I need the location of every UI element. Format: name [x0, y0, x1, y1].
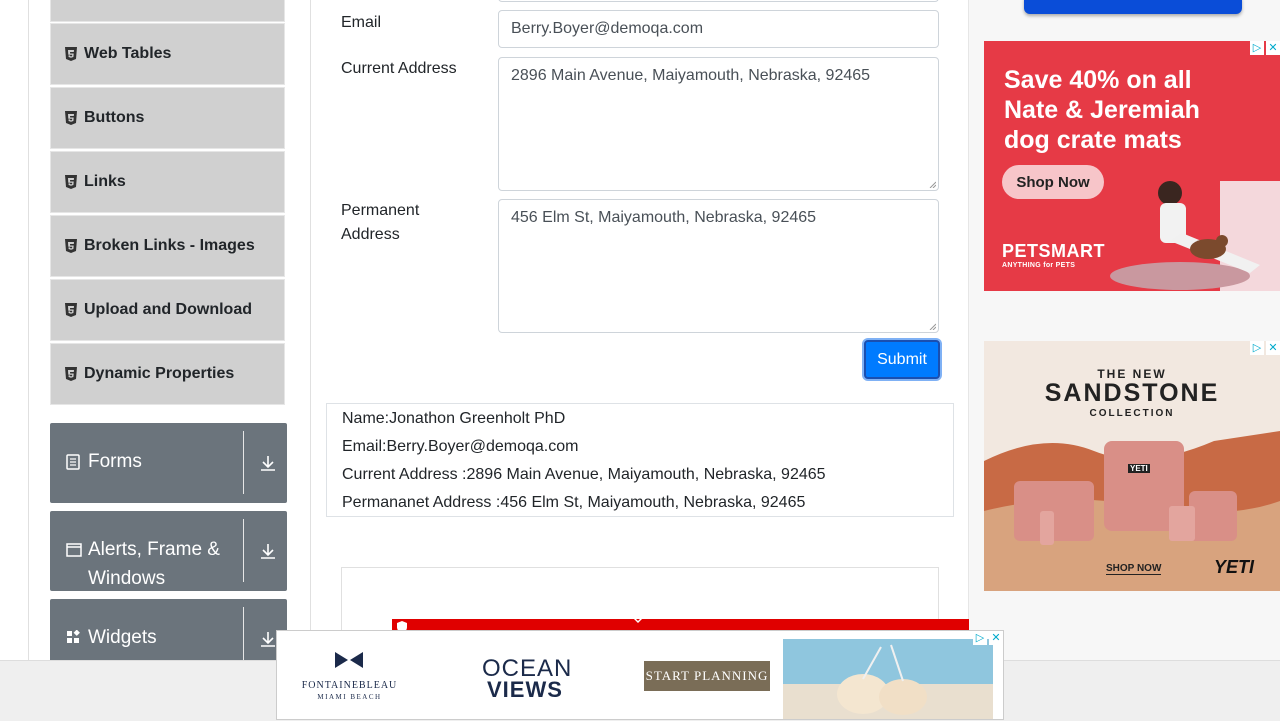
- start-planning-label: START PLANNING: [645, 668, 769, 683]
- sidebar-item-upload-download[interactable]: Upload and Download: [50, 279, 285, 341]
- group-title: Alerts, Frame & Windows: [88, 539, 220, 589]
- yeti-product-label: YETI: [1128, 464, 1150, 473]
- petsmart-brand: PETSMART: [1002, 241, 1105, 261]
- main-left-border: [310, 0, 311, 660]
- output-box: Name:Jonathon Greenholt PhD Email:Berry.…: [326, 403, 954, 517]
- html5-icon: [65, 111, 77, 125]
- shop-now-button[interactable]: Shop Now: [1002, 165, 1104, 199]
- ad-info-icon[interactable]: ▷: [1250, 341, 1264, 355]
- start-planning-button[interactable]: START PLANNING: [644, 661, 770, 691]
- ad-choices[interactable]: ▷ ✕: [971, 631, 1003, 645]
- sidebar-item-label: Links: [84, 173, 126, 190]
- previous-field-bottom-edge[interactable]: [498, 0, 939, 2]
- sidebar-item-label: Buttons: [84, 109, 145, 126]
- ad-headline: Save 40% on all Nate & Jeremiah dog crat…: [1004, 66, 1200, 154]
- banner-photo-coconuts: [783, 639, 993, 719]
- sidebar-item-dynamic-properties[interactable]: Dynamic Properties: [50, 343, 285, 405]
- petsmart-ad[interactable]: Save 40% on all Nate & Jeremiah dog crat…: [984, 41, 1280, 291]
- group-title: Forms: [88, 451, 142, 472]
- ad-photo-woman-dog: [1110, 181, 1280, 291]
- html5-icon: [65, 47, 77, 61]
- ad-choices[interactable]: ▷ ✕: [1248, 41, 1280, 55]
- yeti-ad[interactable]: THE NEW SANDSTONE COLLECTION YETI SHOP N…: [984, 341, 1280, 591]
- shop-now-label: Shop Now: [1016, 173, 1090, 191]
- window-icon: [66, 543, 82, 562]
- sidebar-item-label: Web Tables: [84, 45, 172, 62]
- ad-info-icon[interactable]: ▷: [973, 631, 987, 645]
- group-divider: [243, 431, 244, 494]
- current-address-label: Current Address: [341, 60, 457, 77]
- output-permanent-address: Permananet Address :456 Elm St, Maiyamou…: [342, 494, 806, 511]
- sidebar-item-top-partial[interactable]: [50, 0, 285, 22]
- group-divider: [243, 519, 244, 582]
- fontainebleau-logo-icon: [335, 652, 363, 668]
- yeti-logo: YETI: [1214, 557, 1255, 577]
- output-email: Email:Berry.Boyer@demoqa.com: [342, 438, 579, 455]
- permanent-address-label-line2: Address: [341, 226, 400, 243]
- email-field-value: Berry.Boyer@demoqa.com: [511, 20, 704, 37]
- html5-icon: [65, 367, 77, 381]
- yeti-title: SANDSTONE: [1044, 379, 1220, 407]
- html5-icon: [65, 175, 77, 189]
- sidebar-item-web-tables[interactable]: Web Tables: [50, 23, 285, 85]
- ad-info-icon[interactable]: ▷: [1250, 41, 1264, 55]
- petsmart-logo: PETSMART ANYTHING for PETS: [1002, 241, 1105, 269]
- form-icon: [66, 454, 80, 475]
- download-arrow-icon[interactable]: [259, 630, 277, 653]
- close-icon[interactable]: ✕: [1266, 341, 1280, 355]
- widgets-icon: [66, 629, 81, 650]
- current-address-value: 2896 Main Avenue, Maiyamouth, Nebraska, …: [511, 67, 871, 84]
- chevron-down-icon[interactable]: [632, 616, 644, 624]
- output-name: Name:Jonathon Greenholt PhD: [342, 410, 566, 427]
- close-icon[interactable]: ✕: [1266, 41, 1280, 55]
- sidebar-item-buttons[interactable]: Buttons: [50, 87, 285, 149]
- resize-handle-icon[interactable]: [929, 181, 936, 188]
- fontainebleau-banner-ad[interactable]: FONTAINEBLEAU MIAMI BEACH OCEAN VIEWS ST…: [276, 630, 1004, 720]
- sidebar-item-label: Upload and Download: [84, 301, 252, 318]
- yeti-subtitle: COLLECTION: [1089, 408, 1175, 419]
- email-field[interactable]: Berry.Boyer@demoqa.com: [498, 10, 939, 48]
- submit-button[interactable]: Submit: [864, 340, 940, 379]
- ad-choices[interactable]: ▷ ✕: [1248, 341, 1280, 355]
- banner-headline-2: VIEWS: [487, 677, 563, 702]
- sidebar-item-label: Broken Links - Images: [84, 237, 255, 254]
- output-current-address: Current Address :2896 Main Avenue, Maiya…: [342, 466, 826, 483]
- left-gutter-line: [28, 0, 29, 660]
- permanent-address-value: 456 Elm St, Maiyamouth, Nebraska, 92465: [511, 209, 817, 226]
- banner-brand: FONTAINEBLEAU: [301, 680, 398, 691]
- download-arrow-icon[interactable]: [259, 542, 277, 565]
- sidebar-item-broken-links[interactable]: Broken Links - Images: [50, 215, 285, 277]
- current-address-textarea[interactable]: 2896 Main Avenue, Maiyamouth, Nebraska, …: [498, 57, 939, 191]
- sidebar-item-links[interactable]: Links: [50, 151, 285, 213]
- html5-icon: [65, 303, 77, 317]
- group-title: Widgets: [88, 627, 157, 648]
- email-label: Email: [341, 14, 382, 31]
- group-header-widgets[interactable]: Widgets: [50, 599, 287, 669]
- permanent-address-textarea[interactable]: 456 Elm St, Maiyamouth, Nebraska, 92465: [498, 199, 939, 333]
- banner-brand-sub: MIAMI BEACH: [317, 693, 382, 701]
- resize-handle-icon[interactable]: [929, 323, 936, 330]
- yeti-shop-now[interactable]: SHOP NOW: [1106, 563, 1162, 575]
- ad-blue-button[interactable]: [1024, 0, 1242, 14]
- html5-icon: [65, 239, 77, 253]
- download-arrow-icon[interactable]: [259, 454, 277, 477]
- sidebar-item-label: Dynamic Properties: [84, 365, 235, 382]
- petsmart-tagline: ANYTHING for PETS: [1002, 262, 1076, 269]
- close-icon[interactable]: ✕: [989, 631, 1003, 645]
- permanent-address-label-line1: Permanent: [341, 202, 420, 219]
- group-header-alerts[interactable]: Alerts, Frame & Windows: [50, 511, 287, 591]
- group-header-forms[interactable]: Forms: [50, 423, 287, 503]
